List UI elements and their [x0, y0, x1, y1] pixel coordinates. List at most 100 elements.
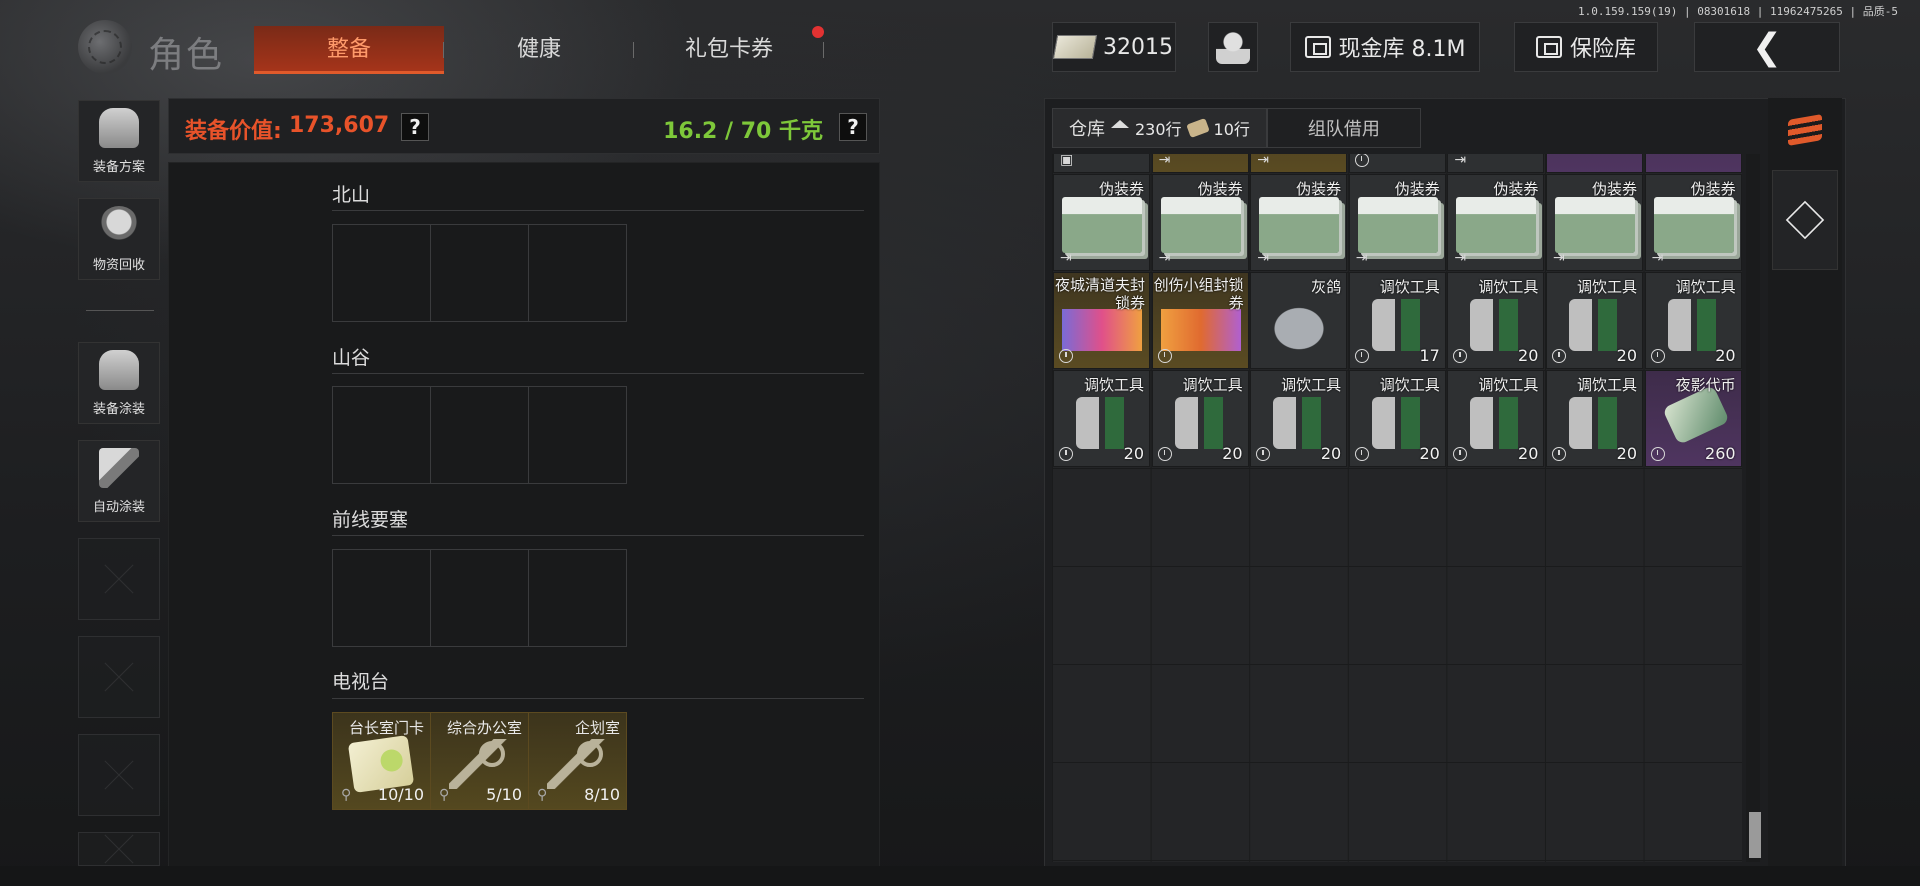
clock-icon: [1157, 349, 1172, 363]
inventory-item[interactable]: 伪装券 ⇥: [1151, 174, 1249, 271]
inventory-item[interactable]: 调饮工具 20: [1053, 370, 1150, 467]
inventory-item[interactable]: 灰鸽: [1250, 272, 1348, 369]
empty-key-slot[interactable]: [332, 549, 431, 647]
empty-key-slot[interactable]: [332, 386, 431, 484]
equipment-paint-button[interactable]: 装备涂装: [78, 342, 160, 424]
item-quantity: 20: [1616, 444, 1637, 463]
tab-gift-coupons[interactable]: 礼包卡券: [634, 26, 824, 74]
scrollbar-track[interactable]: [1746, 154, 1760, 862]
clock-icon: [1256, 447, 1271, 461]
item-name: 调饮工具: [1675, 278, 1736, 296]
inventory-item[interactable]: 伪装券 ⇥: [1053, 174, 1150, 271]
helmet-paint-icon: [99, 350, 139, 390]
sort-stack-button[interactable]: [1772, 100, 1838, 160]
key-slot-row: [332, 549, 629, 647]
auto-paint-button[interactable]: 自动涂装: [78, 440, 160, 522]
tab-equipment[interactable]: 整备: [254, 26, 444, 74]
material-recycle-button[interactable]: 物资回收: [78, 198, 160, 280]
money-amount: 32015: [1103, 34, 1173, 60]
inventory-item[interactable]: 伪装券 ⇥: [1447, 174, 1545, 271]
key-item[interactable]: 综合办公室 ⚲ 5/10: [430, 712, 529, 810]
layer-download-button[interactable]: [1772, 170, 1838, 270]
clock-icon: [1354, 349, 1369, 363]
bottom-bar: [0, 866, 1920, 886]
section-divider: [332, 373, 864, 374]
inventory-item[interactable]: 调饮工具 17: [1348, 272, 1446, 369]
scrollbar-thumb[interactable]: [1749, 812, 1761, 858]
inventory-item[interactable]: 调饮工具 20: [1546, 370, 1643, 467]
key-icon: [449, 739, 509, 789]
inventory-item[interactable]: 调饮工具 20: [1447, 272, 1545, 369]
item-image: [1653, 197, 1734, 253]
empty-key-slot[interactable]: [528, 549, 627, 647]
equipment-plan-label: 装备方案: [92, 160, 145, 175]
vault-icon: [1304, 36, 1331, 58]
inventory-item[interactable]: …功券: [1348, 154, 1446, 173]
inventory-item[interactable]: ▣: [1053, 154, 1150, 173]
inventory-item[interactable]: 夜影代币 260: [1644, 370, 1742, 467]
inventory-item[interactable]: 调饮工具 20: [1447, 370, 1545, 467]
key-slot-row: [332, 386, 629, 484]
exit-icon: ⇥: [1553, 250, 1565, 266]
inventory-item[interactable]: 创伤小组封锁券: [1151, 272, 1249, 369]
inventory-item[interactable]: 调饮工具 20: [1348, 370, 1446, 467]
empty-key-slot[interactable]: [430, 386, 529, 484]
item-name: 伪装券: [1098, 180, 1144, 198]
home-icon: [1111, 120, 1129, 128]
inventory-item[interactable]: 伪装券 ⇥: [1250, 174, 1348, 271]
inventory-item[interactable]: 调饮工具 20: [1546, 272, 1643, 369]
safe-box-label: 保险库: [1569, 37, 1636, 62]
clock-icon: [1650, 447, 1665, 461]
item-name: 调饮工具: [1083, 376, 1144, 394]
empty-key-slot[interactable]: [528, 224, 627, 322]
item-image: [1371, 397, 1432, 449]
inventory-item[interactable]: [1546, 154, 1643, 173]
empty-key-slot[interactable]: [332, 224, 431, 322]
item-name: 调饮工具: [1281, 376, 1342, 394]
equipment-plan-button[interactable]: 装备方案: [78, 100, 160, 182]
inventory-item[interactable]: 伪装券 ⇥: [1546, 174, 1643, 271]
empty-key-slot[interactable]: [430, 549, 529, 647]
key-item[interactable]: 台长室门卡 ⚲ 10/10: [332, 712, 431, 810]
inventory-item[interactable]: …功券⇥: [1447, 154, 1545, 173]
inventory-item[interactable]: 伪装券 ⇥: [1644, 174, 1742, 271]
ticket-rows: 10行: [1213, 120, 1250, 139]
tab-team-borrow[interactable]: 组队借用: [1266, 108, 1421, 148]
money-display[interactable]: 32015: [1052, 22, 1176, 72]
inventory-item[interactable]: 夜城清道夫封锁券: [1053, 272, 1150, 369]
box-icon: ▣: [1060, 154, 1074, 168]
item-quantity: 20: [1518, 346, 1539, 365]
weight-help-button[interactable]: ?: [839, 113, 867, 141]
tab-health[interactable]: 健康: [444, 26, 634, 74]
section-divider: [332, 535, 864, 536]
equipment-value-label: 装备价值:: [185, 119, 282, 144]
back-button[interactable]: ❮: [1694, 22, 1840, 72]
warehouse-grid[interactable]: ▣ ⇥ ⇥ …功券…功券⇥ 伪装券 ⇥ 伪装券 ⇥ 伪装券 ⇥ 伪装券 ⇥ 伪装券 ⇥ 伪装券 ⇥ 伪装券 ⇥ 夜城…: [1052, 154, 1742, 862]
value-help-button[interactable]: ?: [401, 113, 429, 141]
empty-key-slot[interactable]: [528, 386, 627, 484]
inventory-item[interactable]: [1644, 154, 1742, 173]
inventory-item[interactable]: 调饮工具 20: [1644, 272, 1742, 369]
agent-button[interactable]: [1208, 22, 1258, 72]
inventory-item[interactable]: 调饮工具 20: [1151, 370, 1249, 467]
empty-sidebar-slot: [78, 734, 160, 816]
agent-icon: [1216, 30, 1250, 64]
key-item[interactable]: 企划室 ⚲ 8/10: [528, 712, 627, 810]
recycle-icon: [99, 206, 139, 246]
tab-warehouse[interactable]: 仓库 230行 10行: [1052, 108, 1267, 148]
empty-key-slot[interactable]: [430, 224, 529, 322]
inventory-item[interactable]: 伪装券 ⇥: [1348, 174, 1446, 271]
safe-box-button[interactable]: 保险库: [1514, 22, 1658, 72]
cash-vault-button[interactable]: 现金库 8.1M: [1290, 22, 1480, 72]
auto-paint-label: 自动涂装: [92, 500, 145, 515]
item-image: [1470, 397, 1531, 449]
inventory-item[interactable]: ⇥: [1151, 154, 1249, 173]
map-title-valley: 山谷: [332, 347, 371, 369]
item-quantity: 17: [1419, 346, 1440, 365]
exit-icon: ⇥: [1060, 250, 1072, 266]
inventory-item[interactable]: ⇥: [1250, 154, 1348, 173]
item-name: 调饮工具: [1576, 376, 1637, 394]
item-image: [1160, 309, 1241, 351]
inventory-item[interactable]: 调饮工具 20: [1250, 370, 1348, 467]
item-name: 灰鸽: [1311, 278, 1342, 296]
